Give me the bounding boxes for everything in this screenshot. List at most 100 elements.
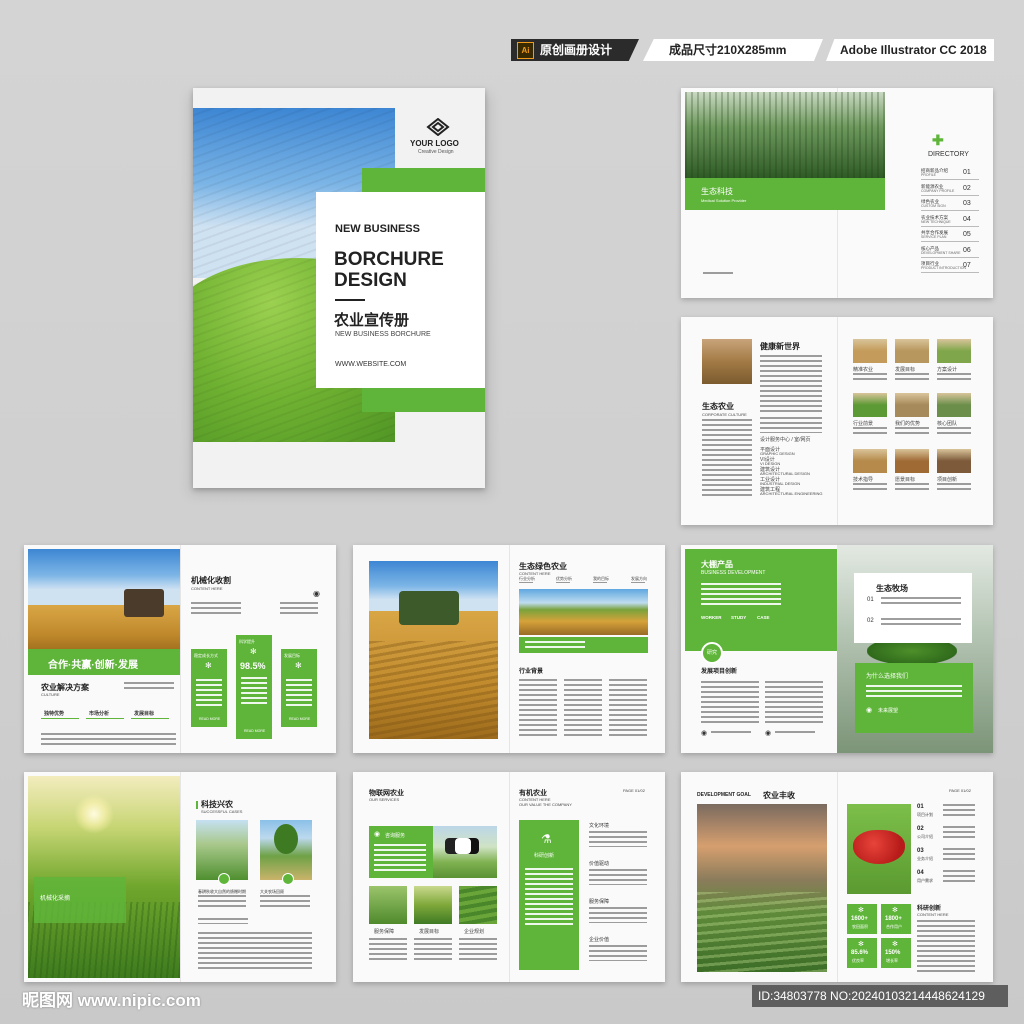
spread-directory: 生态科技 Medical Solution Provider ✚ DIRECTO… [681,88,993,298]
health-sub-en: CORPORATE CULTURE [702,412,747,417]
tree-shape [274,824,298,854]
solution-tab-rule [131,718,169,719]
tech-photo-1 [196,820,248,880]
cover-kicker: NEW BUSINESS [335,223,420,235]
goal-list-title: 项目计划 [917,812,933,817]
directory-green-title: 生态科技 [701,187,733,196]
service-item-en: ARCHITECTURAL ENGINEERING [760,491,823,496]
goal-stat-label: 农田面积 [852,924,868,929]
future-icon: ◉ [866,707,873,714]
cover-title-line2: DESIGN [334,270,407,291]
spread-health: 健康新世界 生态农业 CORPORATE CULTURE 设计服务中心 / 室/… [681,317,993,525]
harvest-card-text [196,679,222,709]
harvest-title: 机械化收割 [191,576,231,585]
directory-item-num: 02 [963,184,971,192]
tech-overlay-text: 机械化采摘 [40,896,71,902]
directory-item-num: 03 [963,200,971,207]
goal-list-num: 01 [917,804,924,810]
ecology-icon-label: 行业分析 [519,576,535,581]
iot-title-en: OUR SERVICES [369,797,400,802]
ecology-icon-rule [631,582,645,583]
goal-stat-icon: ✻ [892,907,898,914]
grid-photo [895,449,929,473]
ecology-icon-rule [556,582,570,583]
research-badge: 研究 [701,642,723,664]
harvest-card-title: 发展目标 [284,653,300,658]
grid-label: 项目创新 [937,477,958,483]
goal-page: PAGE 01/02 [949,788,971,793]
grid-photo [937,393,971,417]
goal-res-en: CONTENT HERE [917,912,949,917]
grid-photo [937,449,971,473]
harvest-card-title: 科学提升 [239,639,255,644]
grid-text [937,427,971,436]
harvest-title-en: CONTENT HERE [191,586,223,591]
ecology-icon-label: 优势分析 [556,576,572,581]
directory-green-sub: Medical Solution Provider [701,198,747,203]
directory-item-num: 01 [963,169,971,176]
goal-stat-label: 优良率 [852,958,864,963]
hay-photo [702,339,752,384]
spread-ecology: 生态绿色农业 CONTENT HERE 行业分析 优势分析 我的目标 发展方向 行业背… [353,545,665,753]
goal-list-text [943,804,975,818]
logo-subtext: Creative Design [418,149,454,155]
grid-photo [895,339,929,363]
directory-item-rule [921,256,979,258]
cover-website: WWW.WEBSITE.COM [335,361,407,368]
solution-en: CULTURE [41,692,60,697]
goal-stat-label: 合作用户 [886,924,902,929]
brochure-cover: YOUR LOGO Creative Design NEW BUSINESS B… [193,88,485,488]
goal-title: 农业丰收 [763,791,795,800]
spread-harvest: 合作·共赢·创新·发展 机械化收割 CONTENT HERE ◉ 农业解决方案 … [24,545,336,753]
grid-photo [853,393,887,417]
goal-list-num: 03 [917,848,924,854]
harvest-card-icon: ✻ [295,661,302,670]
iot-photo-text [459,938,497,960]
grid-label: 方案设计 [937,367,958,373]
grid-label: 发展目标 [895,367,916,373]
grid-label: 核心团队 [937,421,958,427]
iot-photo-3 [459,886,497,924]
harvest-banner-text: 合作·共赢·创新·发展 [48,660,138,671]
organic-inno: 科研创新 [534,853,555,859]
directory-item-rule [921,225,979,227]
combine-shape [399,591,459,625]
harvest-photo [28,549,180,649]
pasture-box [854,573,972,643]
ecology-sub: 行业背景 [519,669,544,675]
goal-list-num: 02 [917,826,924,832]
research-badge-text: 研究 [706,650,717,656]
goal-stat-value: 150% [885,950,901,956]
iot-svc-icon: ◉ [374,831,381,838]
greenhouse-tab: WORKER [701,615,722,620]
spread-tech: 机械化采摘 科技兴农 SUCCESSFUL CASES 春耕秋收大自然的馈赠时期… [24,772,336,982]
ecology-icon-rule [593,582,607,583]
organic-list-text [589,907,647,923]
grid-label: 我们的优势 [895,421,921,427]
goal-list-title: 公司介绍 [917,834,933,839]
directory-item-rule [921,194,979,196]
grid-text [895,427,929,436]
ecology-icon-label: 我的目标 [593,576,609,581]
cow-shape [445,838,479,854]
iot-page: PAGE 01/02 [623,788,645,793]
organic-list-text [589,869,647,885]
grid-text [853,483,887,492]
harvest-card-more: READ MORE [244,729,266,733]
directory-item-en: PROFILE [921,173,936,177]
goal-stat-value: 1600+ [851,916,868,922]
grid-text [937,373,971,382]
directory-plus-icon: ✚ [932,132,944,148]
iot-svc-title: 咨询服务 [385,833,406,839]
service-item-cn: 设计服务中心 / 室/网页 [760,437,811,443]
logo-text: YOUR LOGO [410,139,459,148]
greenhouse-dev: 发展项目创新 [701,669,738,675]
grid-text [937,483,971,492]
tech-icon-badge-1 [218,873,230,885]
directory-item-en: NEW TECHNIQUE [921,219,951,224]
directory-item-rule [921,241,979,242]
goal-stat-icon: ✻ [858,907,864,914]
pasture-title: 生态牧场 [876,584,908,593]
iot-photo-label: 企业规划 [464,929,485,935]
solution-tab-rule [41,718,79,719]
